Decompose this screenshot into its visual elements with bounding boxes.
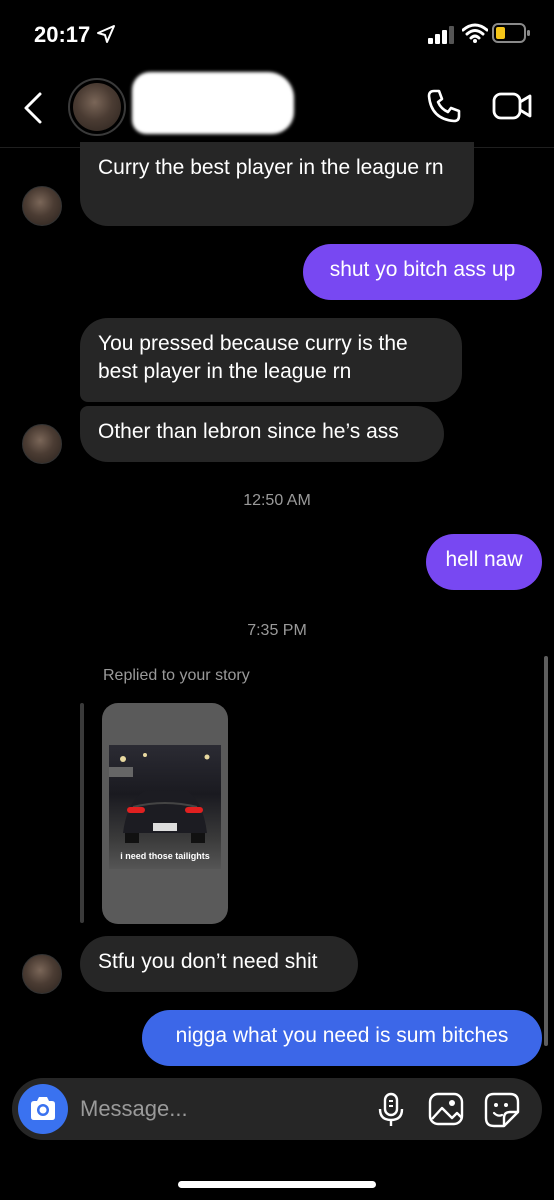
- camera-button[interactable]: [18, 1084, 68, 1134]
- story-caption: i need those tailights: [120, 851, 210, 861]
- contact-avatar[interactable]: [68, 78, 126, 136]
- wifi-icon: [462, 23, 488, 43]
- battery-icon: [492, 23, 530, 43]
- incoming-message[interactable]: Stfu you don’t need shit: [80, 936, 358, 992]
- microphone-icon[interactable]: [376, 1092, 406, 1128]
- location-arrow-icon: [97, 25, 115, 43]
- redacted-contact-name: [132, 72, 294, 134]
- message-text: hell naw: [445, 548, 523, 571]
- sticker-icon[interactable]: [484, 1092, 520, 1128]
- chat-header: [0, 66, 554, 148]
- message-timestamp: 7:35 PM: [247, 622, 307, 639]
- outgoing-message[interactable]: shut yo bitch ass up: [303, 244, 542, 300]
- back-icon[interactable]: [20, 90, 48, 126]
- sender-avatar[interactable]: [22, 424, 62, 464]
- message-text: Other than lebron since he’s ass: [98, 420, 399, 443]
- sender-avatar[interactable]: [22, 954, 62, 994]
- contact-avatar-image: [73, 83, 121, 131]
- outgoing-message[interactable]: nigga what you need is sum bitches: [142, 1010, 542, 1066]
- gallery-icon[interactable]: [428, 1092, 464, 1126]
- scrollbar[interactable]: [544, 656, 548, 1046]
- cellular-signal-icon: [428, 26, 454, 44]
- incoming-message[interactable]: You pressed because curry is the best pl…: [80, 318, 462, 402]
- message-text: Curry the best player in the league rn: [98, 156, 444, 179]
- home-indicator[interactable]: [178, 1181, 376, 1188]
- story-reply-label: Replied to your story: [103, 667, 250, 684]
- incoming-message[interactable]: Other than lebron since he’s ass: [80, 406, 444, 462]
- message-text: Stfu you don’t need shit: [98, 950, 318, 973]
- status-time: 20:17: [34, 22, 91, 47]
- message-text: nigga what you need is sum bitches: [175, 1024, 509, 1047]
- story-reply-bar: [80, 703, 84, 923]
- camera-icon: [31, 1097, 55, 1120]
- message-composer: [12, 1078, 542, 1140]
- sender-avatar[interactable]: [22, 186, 62, 226]
- phone-icon[interactable]: [426, 88, 462, 124]
- story-preview-card[interactable]: i need those tailights: [102, 703, 228, 924]
- video-camera-icon[interactable]: [492, 90, 532, 122]
- message-input[interactable]: [80, 1078, 360, 1140]
- outgoing-message[interactable]: hell naw: [426, 534, 542, 590]
- message-text: You pressed because curry is the best pl…: [98, 332, 408, 383]
- message-timestamp: 12:50 AM: [243, 492, 311, 509]
- incoming-message[interactable]: Curry the best player in the league rn: [80, 142, 474, 226]
- status-bar: 20:17: [0, 0, 554, 66]
- message-text: shut yo bitch ass up: [329, 258, 516, 281]
